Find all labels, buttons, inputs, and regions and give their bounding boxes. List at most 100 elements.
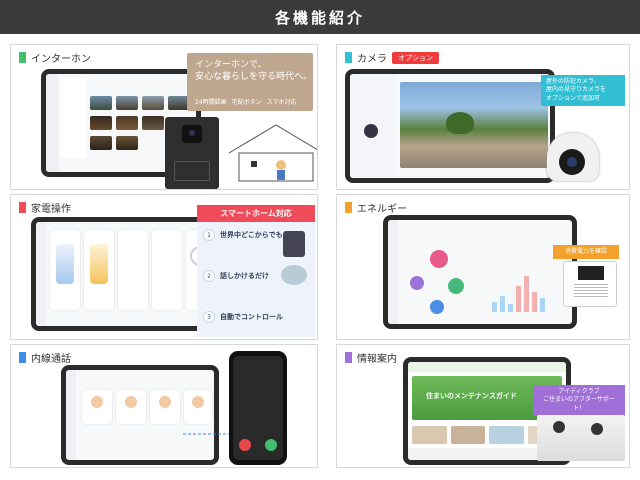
contact-avatar-1 [91,396,103,408]
recording-thumb[interactable] [142,116,164,130]
extension-marker [19,352,26,363]
appliance-card: 家電操作 スマートホーム対応 1 世界中どこからでも 2 話しかけるだけ 3 自… [10,194,318,340]
feature-delivery: 宅配ボタン [231,99,262,106]
extension-card-title: 内線通話 [19,350,71,365]
extension-title: 内線通話 [31,354,71,365]
step-2-number: 2 [203,270,215,282]
energy-callout: 消費電力を確認 [553,245,619,260]
info-callout: アイディクラブ ご住まいのアフターサポート！ [533,385,625,417]
intercom-title: インターホン [31,54,91,65]
energy-marker [345,202,352,213]
extension-tablet [61,365,219,465]
page-title: 各機能紹介 [274,8,365,27]
energy-monitor-display [578,266,604,280]
appliance-tablet [31,217,221,331]
info-tile[interactable] [489,426,524,444]
recording-thumb[interactable] [116,136,138,150]
door-station-device [165,117,219,189]
recording-thumb[interactable] [116,96,138,110]
intercom-list-panel [60,78,86,158]
energy-node-pink[interactable] [430,250,448,268]
energy-node-blue[interactable] [430,300,444,314]
appliance-sidebar [36,222,46,326]
light-slider[interactable] [90,244,108,284]
energy-node-purple[interactable] [410,276,424,290]
feature-recording: 24時間録画 [195,99,227,106]
info-tile[interactable] [450,426,485,444]
camera-tablet-screen [350,74,550,178]
step-2-text: 話しかけるだけ [220,272,269,280]
energy-monitor-vent [574,284,608,298]
smart-speaker-image [281,265,307,285]
step-1-text: 世界中どこからでも [220,231,283,239]
aircon-slider[interactable] [56,244,74,284]
support-staff-photo [537,415,625,461]
info-tile[interactable] [412,426,447,444]
door-station-lens [189,130,195,136]
option-badge: オプション [392,51,439,64]
info-topbar [408,362,566,372]
page-header: 各機能紹介 [0,0,640,34]
intercom-sidebar [46,74,58,172]
info-card: 情報案内 住まいのメンテナンスガイド アイディクラブ ご住まいのアフターサポート… [336,344,630,468]
contact-avatar-3 [159,396,171,408]
appliance-marker [19,202,26,213]
smarthome-panel: スマートホーム対応 1 世界中どこからでも 2 話しかけるだけ 3 自動でコント… [197,205,315,337]
energy-monitor-device [563,261,617,307]
extension-card: 内線通話 [10,344,318,468]
energy-node-green[interactable] [448,278,464,294]
intercom-card: インターホン インターホンで、 安心な暮らしを守る時代へ。 24時間録画 宅配ボ… [10,44,318,190]
intercom-marker [19,52,26,63]
camera-card: カメラ オプション 屋外の防犯カメラ、 屋内の見守りカメラを オプションで追加可 [336,44,630,190]
appliance-title: 家電操作 [31,204,71,215]
extension-sidebar [66,370,76,460]
contact-avatar-2 [125,396,137,408]
decline-call-button[interactable] [239,439,251,451]
camera-title: カメラ [357,54,387,65]
intercom-banner: インターホンで、 安心な暮らしを守る時代へ。 24時間録画 宅配ボタン スマホ対… [187,53,313,111]
security-camera-device [543,127,603,183]
energy-tablet [383,215,577,329]
extension-tablet-screen [66,370,214,460]
house-diagram [228,124,317,182]
info-marker [345,352,352,363]
recording-thumb[interactable] [142,96,164,110]
recording-thumb[interactable] [116,116,138,130]
staff-head-1 [553,421,565,433]
energy-card-title: エネルギー [345,200,407,215]
appliance-tablet-screen [36,222,216,326]
appliance-card-title: 家電操作 [19,200,71,215]
staff-head-2 [591,423,603,435]
camera-callout: 屋外の防犯カメラ、 屋内の見守りカメラを オプションで追加可 [541,75,625,107]
accept-call-button[interactable] [265,439,277,451]
energy-card: エネルギー 消費電力を確認 [336,194,630,340]
camera-marker [345,52,352,63]
energy-bar-chart [492,276,545,312]
step-3-text: 自動でコントロール [220,313,283,321]
smartphone [229,351,287,465]
camera-live-view[interactable] [400,82,548,168]
recording-thumb[interactable] [90,96,112,110]
palm-tree [446,112,474,134]
energy-sidebar [388,220,398,324]
tv-panel[interactable] [152,230,182,310]
info-banner-text: 住まいのメンテナンスガイド [426,392,517,400]
recording-thumb[interactable] [90,116,112,130]
info-title: 情報案内 [357,354,397,365]
energy-title: エネルギー [357,204,407,215]
smarthome-title: スマートホーム対応 [197,205,315,222]
step-1-number: 1 [203,229,215,241]
info-card-title: 情報案内 [345,350,397,365]
camera-thumb-icon[interactable] [364,124,378,138]
camera-card-title: カメラ オプション [345,50,439,65]
feature-smartphone: スマホ対応 [266,99,297,106]
fan-panel[interactable] [118,230,148,310]
intercom-features: 24時間録画 宅配ボタン スマホ対応 [195,97,296,106]
recording-thumb[interactable] [90,136,112,150]
intercom-banner-text: インターホンで、 安心な暮らしを守る時代へ。 [195,60,313,83]
camera-tablet [345,69,555,183]
step-3-number: 3 [203,311,215,323]
intercom-card-title: インターホン [19,50,91,65]
energy-tablet-screen [388,220,572,324]
camera-lens-inner [567,157,577,167]
